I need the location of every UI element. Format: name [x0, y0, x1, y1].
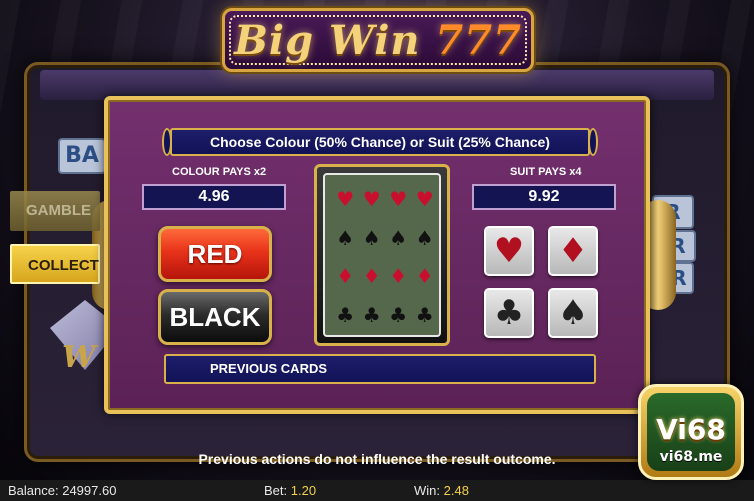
bet-display: Bet: 1.20	[264, 480, 316, 501]
previous-cards-label: PREVIOUS CARDS	[210, 361, 328, 376]
card-back-suit-icon: ♦	[389, 264, 408, 288]
card-back-suit-icon: ♥	[336, 187, 355, 211]
background-reel-symbol: BA	[58, 138, 106, 174]
face-down-card-frame: ♥ ♥ ♥ ♥ ♠ ♠ ♠ ♠ ♦ ♦ ♦ ♦ ♣ ♣ ♣ ♣	[314, 164, 450, 346]
card-back-suit-icon: ♥	[362, 187, 381, 211]
balance-value: 24997.60	[62, 483, 117, 498]
card-back-suit-icon: ♠	[389, 225, 408, 250]
card-back-suit-icon: ♥	[415, 187, 434, 211]
spades-suit-button[interactable]: ♠	[548, 288, 598, 338]
card-back-suit-icon: ♣	[362, 302, 381, 327]
card-back-suit-icon: ♥	[389, 187, 408, 211]
watermark-url: vi68.me	[659, 449, 723, 465]
suit-pays-value: 9.92	[472, 184, 616, 210]
logo-title: Big Win	[234, 17, 421, 64]
collect-button[interactable]: COLLECT	[10, 244, 100, 284]
gamble-button[interactable]: GAMBLE	[10, 191, 100, 231]
card-back-suit-icon: ♠	[362, 225, 381, 250]
banner-cap-left	[162, 128, 172, 156]
balance-display: Balance: 24997.60	[8, 480, 116, 501]
background-wild-symbol: W	[62, 340, 96, 375]
colour-pays-value: 4.96	[142, 184, 286, 210]
logo-text: Big Win 777	[225, 17, 531, 64]
red-button[interactable]: RED	[158, 226, 272, 282]
card-back-suit-icon: ♦	[336, 264, 355, 288]
colour-pays-label: COLOUR PAYS x2	[172, 166, 267, 178]
vi68-watermark-logo: Vi68 vi68.me	[638, 384, 744, 480]
face-down-card: ♥ ♥ ♥ ♥ ♠ ♠ ♠ ♠ ♦ ♦ ♦ ♦ ♣ ♣ ♣ ♣	[323, 173, 441, 337]
card-back-suit-icon: ♣	[389, 302, 408, 327]
gamble-instruction-text: Choose Colour (50% Chance) or Suit (25% …	[210, 134, 550, 150]
win-display: Win: 2.48	[414, 480, 469, 501]
diamonds-suit-button[interactable]: ♦	[548, 226, 598, 276]
logo-sevens: 777	[435, 17, 522, 64]
clubs-suit-button[interactable]: ♣	[484, 288, 534, 338]
card-back-suit-icon: ♦	[415, 264, 434, 288]
bet-value: 1.20	[290, 483, 317, 498]
win-label: Win:	[414, 483, 440, 498]
card-back-pattern: ♥ ♥ ♥ ♥ ♠ ♠ ♠ ♠ ♦ ♦ ♦ ♦ ♣ ♣ ♣ ♣	[333, 181, 437, 333]
card-back-suit-icon: ♠	[415, 225, 434, 250]
hearts-suit-button[interactable]: ♥	[484, 226, 534, 276]
black-button[interactable]: BLACK	[158, 289, 272, 345]
game-logo: Big Win 777	[222, 8, 534, 72]
card-back-suit-icon: ♣	[415, 302, 434, 327]
gamble-instruction-banner: Choose Colour (50% Chance) or Suit (25% …	[162, 128, 598, 156]
card-back-suit-icon: ♠	[336, 225, 355, 250]
card-back-suit-icon: ♦	[362, 264, 381, 288]
status-bar: Balance: 24997.60 Bet: 1.20 Win: 2.48	[0, 480, 754, 501]
suit-pays-label: SUIT PAYS x4	[510, 166, 582, 178]
card-back-suit-icon: ♣	[336, 302, 355, 327]
bet-label: Bet:	[264, 483, 288, 498]
watermark-brand: Vi68	[656, 413, 726, 446]
previous-cards-bar: PREVIOUS CARDS	[164, 354, 596, 384]
banner-cap-right	[588, 128, 598, 156]
win-value: 2.48	[443, 483, 469, 498]
gamble-panel: Choose Colour (50% Chance) or Suit (25% …	[104, 96, 650, 414]
balance-label: Balance:	[8, 483, 59, 498]
